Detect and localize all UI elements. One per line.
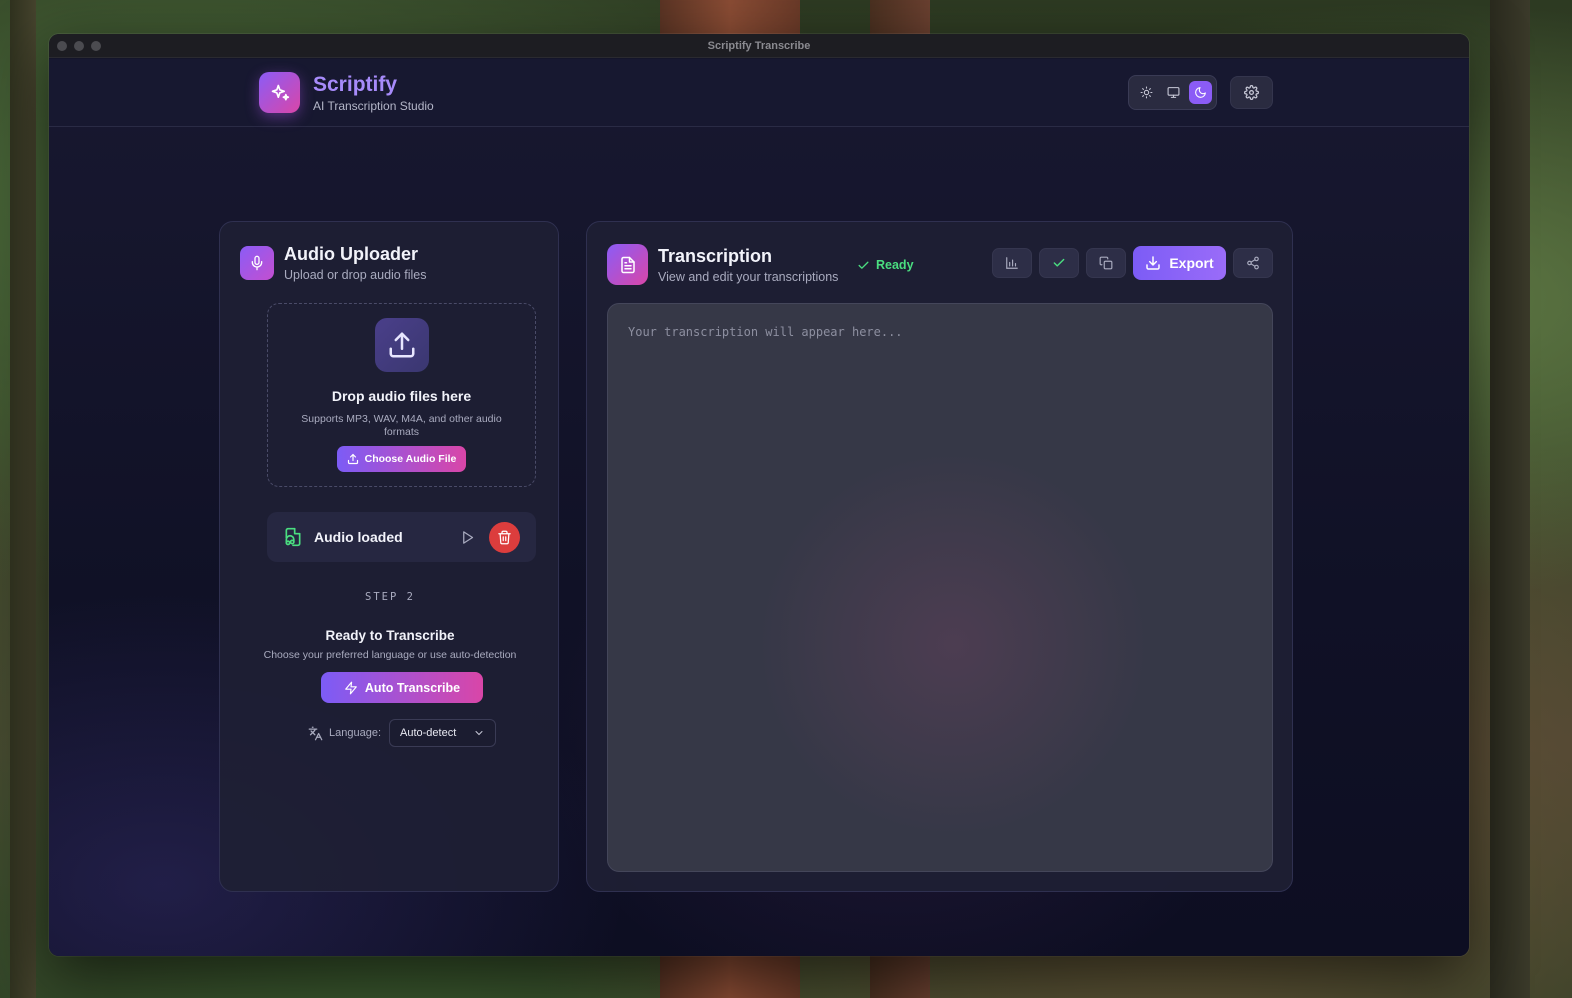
close-window-button[interactable] (57, 41, 67, 51)
play-icon (462, 530, 473, 544)
dropzone-subtitle: Supports MP3, WAV, M4A, and other audio … (301, 413, 502, 438)
document-icon (607, 244, 648, 285)
background-tree (1490, 0, 1530, 998)
brand-subtitle: AI Transcription Studio (313, 98, 434, 113)
auto-transcribe-button[interactable]: Auto Transcribe (321, 672, 483, 703)
title-bar: Scriptify Transcribe (49, 34, 1469, 58)
app-header: Scriptify AI Transcription Studio (49, 59, 1469, 127)
stats-button[interactable] (992, 248, 1032, 278)
sparkles-icon (259, 72, 300, 113)
microphone-icon (240, 246, 274, 280)
language-value: Auto-detect (400, 727, 457, 739)
copy-button[interactable] (1086, 248, 1126, 278)
transcription-placeholder: Your transcription will appear here... (628, 325, 903, 339)
transcription-header: Transcription View and edit your transcr… (607, 244, 838, 285)
play-audio-button[interactable] (455, 525, 479, 549)
audio-status-label: Audio loaded (314, 529, 403, 545)
choose-audio-file-button[interactable]: Choose Audio File (336, 446, 467, 472)
language-select[interactable]: Auto-detect (389, 719, 496, 747)
auto-transcribe-label: Auto Transcribe (364, 680, 461, 695)
transcription-subtitle: View and edit your transcriptions (658, 269, 839, 284)
transcription-title: Transcription (658, 245, 773, 266)
uploader-header: Audio Uploader Upload or drop audio file… (240, 244, 426, 282)
status-badge: Ready (857, 258, 914, 272)
brand-name: Scriptify (313, 72, 398, 96)
loaded-audio-card: Audio loaded (267, 512, 536, 562)
gear-icon (1244, 85, 1259, 100)
sun-icon[interactable] (1135, 81, 1158, 104)
share-button[interactable] (1233, 248, 1273, 278)
copy-icon (1099, 256, 1113, 270)
transcription-textarea[interactable]: Your transcription will appear here... (607, 303, 1273, 872)
chevron-down-icon (475, 731, 483, 736)
zoom-window-button[interactable] (91, 41, 101, 51)
language-row: Language: Auto-detect (308, 719, 496, 747)
minimize-window-button[interactable] (74, 41, 84, 51)
window-title: Scriptify Transcribe (707, 39, 811, 52)
export-label: Export (1169, 255, 1214, 271)
uploader-subtitle: Upload or drop audio files (284, 268, 427, 282)
check-icon (858, 261, 869, 269)
bar-chart-icon (1006, 257, 1018, 269)
upload-icon (347, 453, 358, 465)
delete-audio-button[interactable] (489, 521, 520, 553)
trash-icon (498, 530, 511, 544)
moon-icon[interactable] (1189, 81, 1212, 104)
step-label: STEP 2 (365, 591, 415, 603)
app-window: Scriptify Transcribe Scriptify AI Transc… (49, 34, 1469, 956)
dropzone-title: Drop audio files here (331, 388, 472, 404)
share-icon (1247, 256, 1259, 270)
download-icon (1146, 256, 1161, 270)
status-text: Ready (876, 258, 914, 272)
upload-icon (374, 318, 429, 372)
audio-uploader-panel: Audio Uploader Upload or drop audio file… (219, 221, 559, 892)
audio-file-icon (285, 527, 301, 547)
monitor-icon[interactable] (1162, 81, 1185, 104)
check-icon (1053, 258, 1065, 267)
translate-icon (308, 726, 323, 740)
lightning-icon (345, 681, 357, 694)
brand: Scriptify AI Transcription Studio (259, 72, 434, 113)
ready-title: Ready to Transcribe (325, 628, 455, 643)
transcription-panel: Transcription View and edit your transcr… (586, 221, 1293, 892)
uploader-title: Audio Uploader (284, 244, 418, 264)
choose-audio-file-label: Choose Audio File (364, 453, 457, 465)
export-button[interactable]: Export (1133, 246, 1226, 280)
settings-button[interactable] (1230, 76, 1273, 109)
background-tree (10, 0, 36, 998)
window-controls (57, 41, 101, 51)
ready-subtitle: Choose your preferred language or use au… (263, 649, 517, 661)
confirm-button[interactable] (1039, 248, 1079, 278)
language-label: Language: (329, 727, 381, 739)
app-content: Scriptify AI Transcription Studio Audio … (49, 59, 1469, 956)
theme-toggle (1128, 75, 1217, 110)
audio-dropzone[interactable]: Drop audio files here Supports MP3, WAV,… (267, 303, 536, 487)
